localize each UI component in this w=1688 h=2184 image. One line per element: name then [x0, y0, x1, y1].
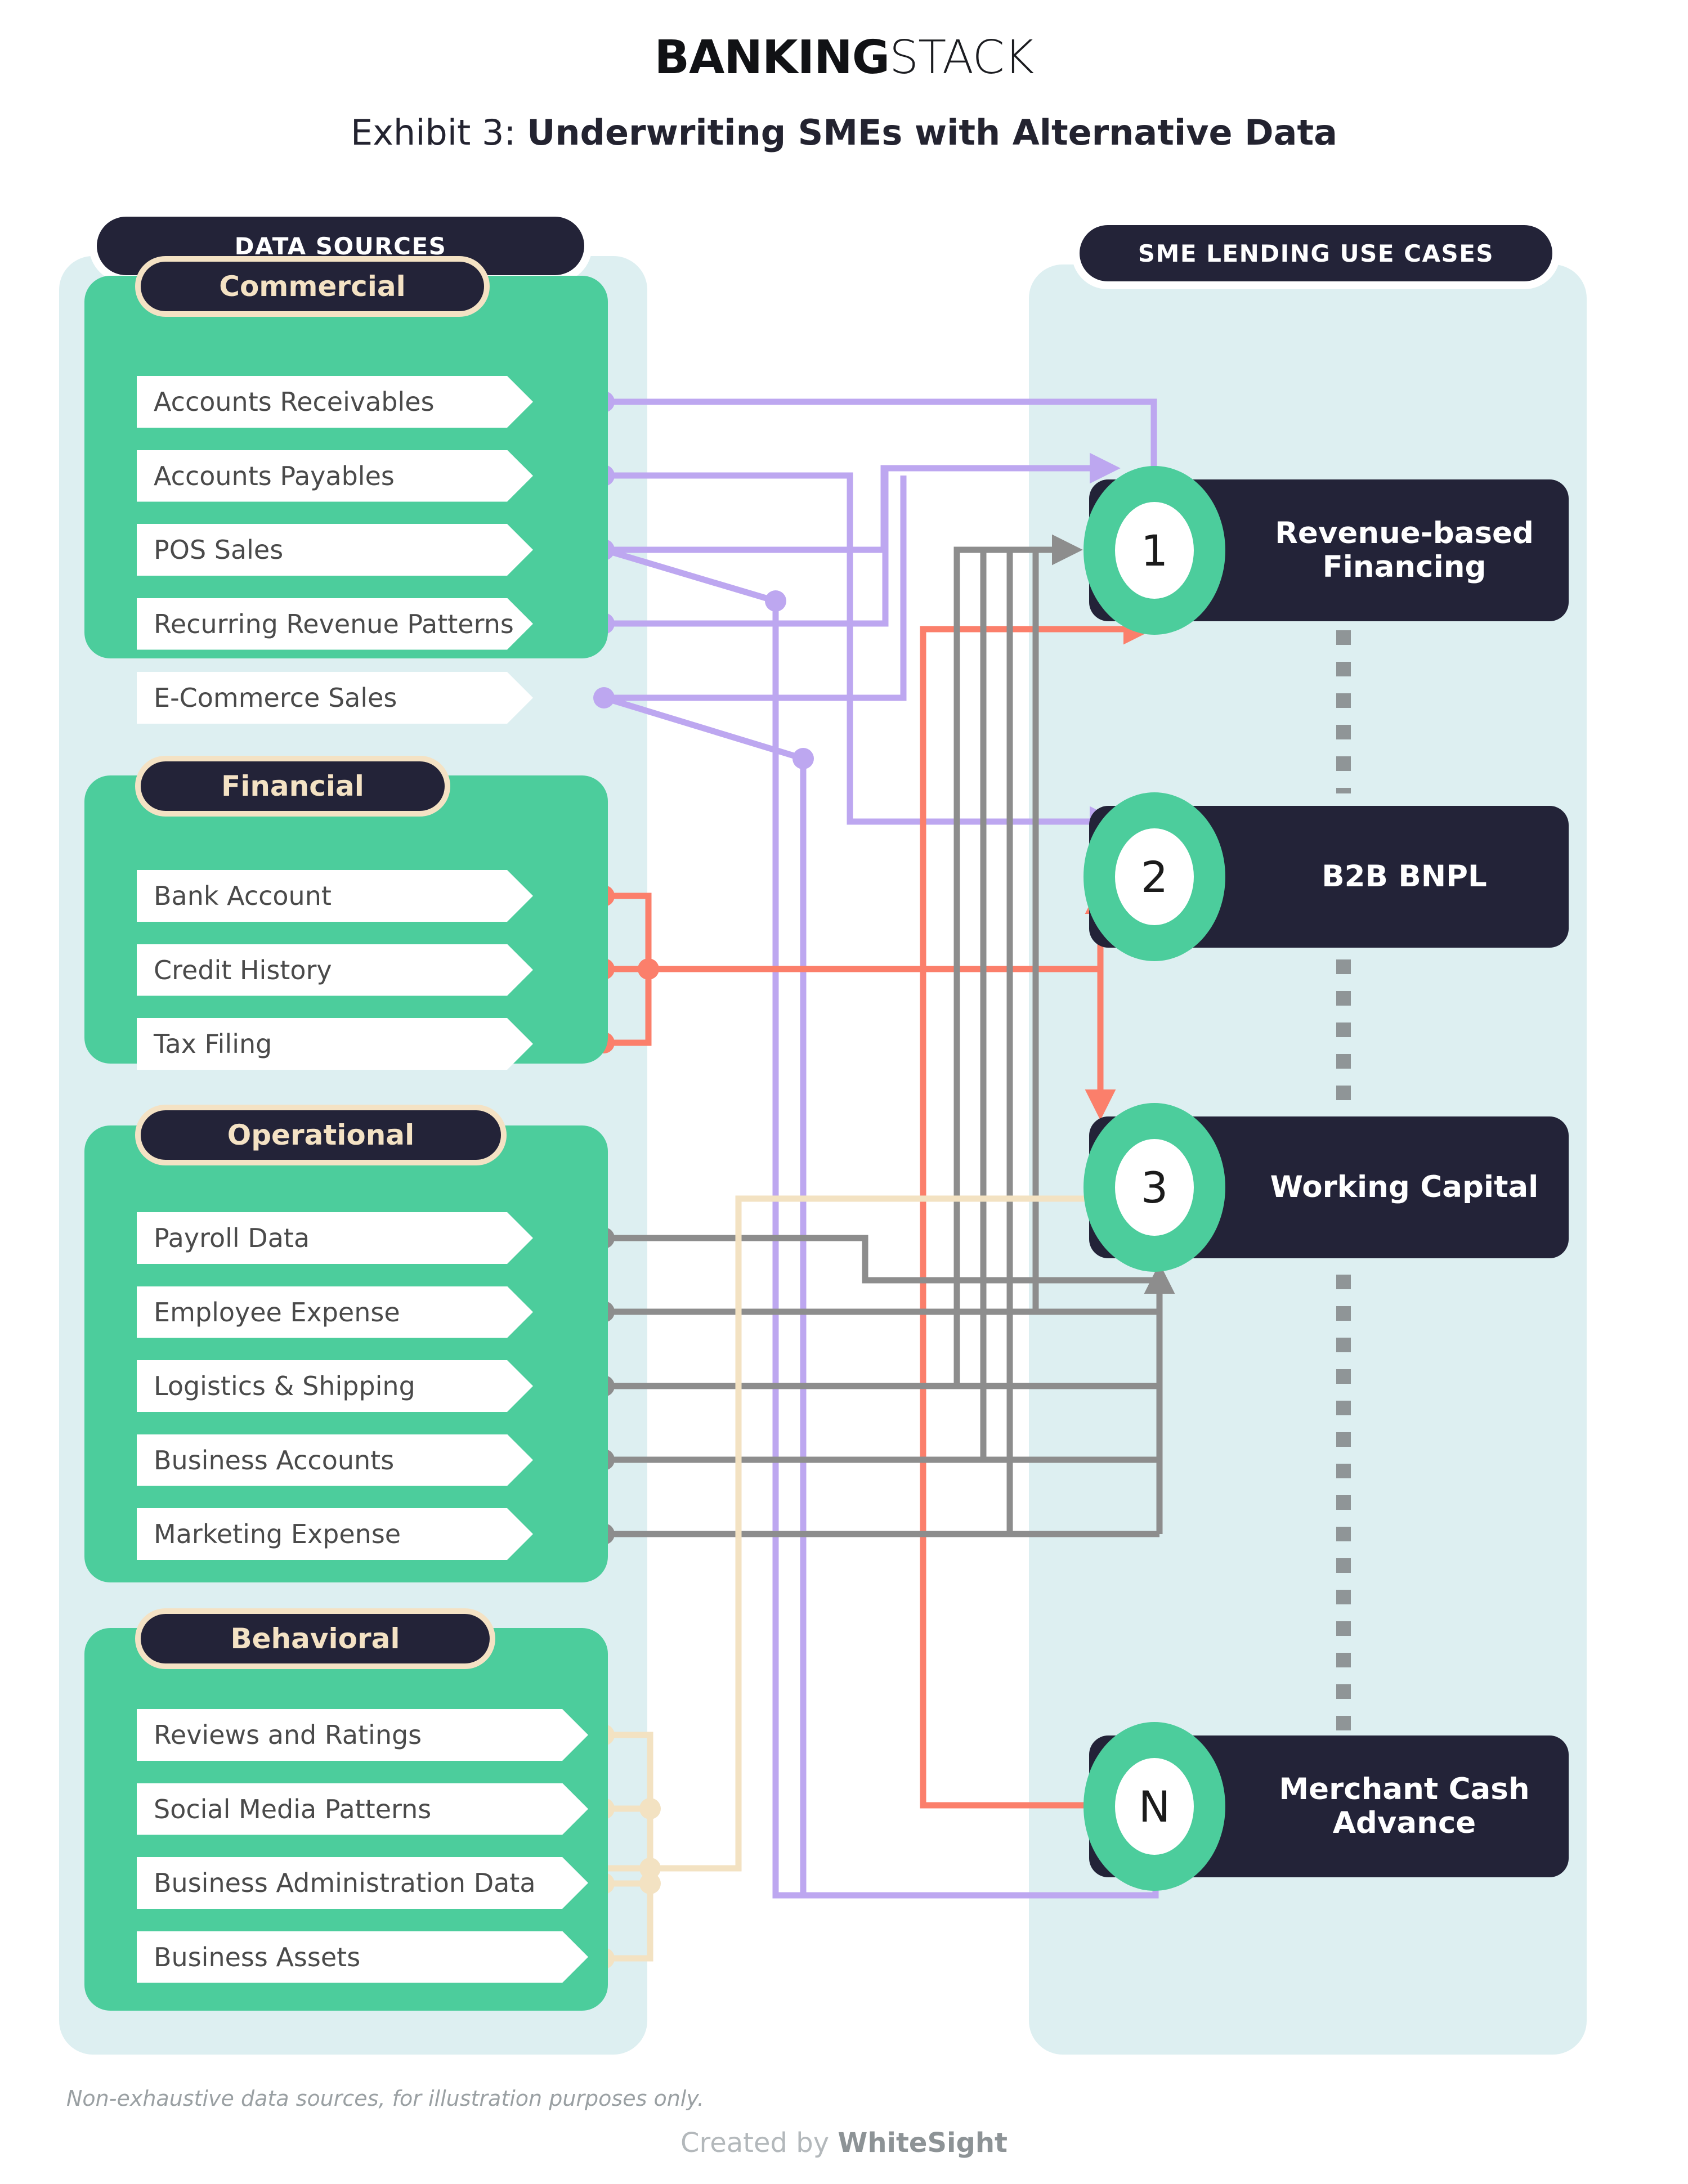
- chip-label: E-Commerce Sales: [154, 683, 397, 713]
- use-case-label: Working Capital: [1270, 1169, 1539, 1204]
- chip-body: Tax Filing: [137, 1018, 533, 1070]
- use-case-badge-number: 2: [1115, 828, 1194, 925]
- use-case-badge: N: [1083, 1722, 1225, 1891]
- separator-3-n: [1336, 1275, 1351, 1730]
- use-case-card-2[interactable]: 2 B2B BNPL: [1083, 792, 1569, 961]
- data-source-chip[interactable]: Logistics & Shipping: [137, 1360, 533, 1412]
- chip-label: Recurring Revenue Patterns: [154, 608, 514, 639]
- source-group-title-commercial: Commercial: [135, 256, 490, 317]
- use-case-label: Merchant Cash Advance: [1279, 1772, 1530, 1840]
- use-case-badge-number: 3: [1115, 1139, 1194, 1236]
- separator-2-3: [1336, 959, 1351, 1117]
- use-cases-tag-label: SME LENDING USE CASES: [1138, 239, 1494, 267]
- use-case-badge-number: 1: [1115, 502, 1194, 599]
- chip-label: Logistics & Shipping: [154, 1371, 415, 1401]
- chip-body: Credit History: [137, 944, 533, 996]
- data-source-chip[interactable]: Payroll Data: [137, 1212, 533, 1264]
- data-source-chip[interactable]: Accounts Payables: [137, 450, 533, 502]
- use-case-card-1[interactable]: 1 Revenue-based Financing: [1083, 466, 1569, 635]
- data-source-chip[interactable]: Business Administration Data: [137, 1857, 588, 1909]
- use-case-badge: 1: [1083, 466, 1225, 635]
- use-case-badge: 3: [1083, 1103, 1225, 1272]
- chip-body: Business Assets: [137, 1931, 588, 1983]
- data-source-chip[interactable]: Business Assets: [137, 1931, 588, 1983]
- source-group-title-behavioral: Behavioral: [135, 1608, 495, 1669]
- data-source-chip[interactable]: Business Accounts: [137, 1434, 533, 1486]
- exhibit-prefix: Exhibit 3:: [351, 112, 527, 153]
- source-group-title-operational: Operational: [135, 1105, 507, 1165]
- chip-label: Payroll Data: [154, 1223, 310, 1253]
- credit-bold: WhiteSight: [838, 2127, 1008, 2159]
- chip-label: Credit History: [154, 954, 332, 985]
- chip-label: Employee Expense: [154, 1297, 400, 1328]
- page-title: Exhibit 3: Underwriting SMEs with Altern…: [0, 115, 1688, 150]
- brand-light: STACK: [889, 31, 1034, 84]
- exhibit-title: Underwriting SMEs with Alternative Data: [527, 112, 1337, 153]
- group-title-label: Behavioral: [230, 1622, 400, 1655]
- chip-body: Recurring Revenue Patterns: [137, 598, 533, 650]
- brand-bold: BANKING: [654, 31, 890, 84]
- chip-label: Marketing Expense: [154, 1519, 401, 1549]
- data-source-chip[interactable]: Tax Filing: [137, 1018, 533, 1070]
- chip-label: Tax Filing: [154, 1029, 272, 1059]
- data-source-chip[interactable]: Reviews and Ratings: [137, 1709, 588, 1761]
- chip-label: Accounts Payables: [154, 460, 395, 491]
- credit: Created by WhiteSight: [0, 2127, 1688, 2159]
- chip-body: Marketing Expense: [137, 1508, 533, 1560]
- use-cases-tag: SME LENDING USE CASES: [1080, 225, 1552, 281]
- chip-body: E-Commerce Sales: [137, 672, 533, 724]
- data-source-chip[interactable]: Recurring Revenue Patterns: [137, 598, 533, 650]
- data-source-chip[interactable]: Credit History: [137, 944, 533, 996]
- chip-body: Business Administration Data: [137, 1857, 588, 1909]
- data-source-chip[interactable]: E-Commerce Sales: [137, 672, 533, 724]
- group-title-label: Commercial: [219, 270, 406, 303]
- chip-body: Accounts Payables: [137, 450, 533, 502]
- chip-label: POS Sales: [154, 535, 284, 565]
- data-source-chip[interactable]: Employee Expense: [137, 1286, 533, 1338]
- chip-label: Business Assets: [154, 1941, 361, 1972]
- chip-body: Payroll Data: [137, 1212, 533, 1264]
- chip-label: Accounts Receivables: [154, 387, 435, 417]
- use-case-badge: 2: [1083, 792, 1225, 961]
- chip-label: Business Accounts: [154, 1445, 395, 1476]
- use-case-label: B2B BNPL: [1322, 859, 1487, 894]
- data-source-chip[interactable]: Marketing Expense: [137, 1508, 533, 1560]
- chip-body: Reviews and Ratings: [137, 1709, 588, 1761]
- chip-body: Bank Account: [137, 870, 533, 922]
- chip-label: Bank Account: [154, 881, 332, 911]
- chip-body: Logistics & Shipping: [137, 1360, 533, 1412]
- data-source-chip[interactable]: POS Sales: [137, 524, 533, 576]
- chip-body: Business Accounts: [137, 1434, 533, 1486]
- chip-body: Employee Expense: [137, 1286, 533, 1338]
- data-source-chip[interactable]: Social Media Patterns: [137, 1783, 588, 1835]
- use-case-card-3[interactable]: 3 Working Capital: [1083, 1103, 1569, 1272]
- infographic-stage: BANKINGSTACK Exhibit 3: Underwriting SME…: [0, 0, 1688, 2184]
- source-group-title-financial: Financial: [135, 756, 450, 817]
- chip-label: Business Administration Data: [154, 1868, 536, 1898]
- footnote: Non-exhaustive data sources, for illustr…: [66, 2086, 704, 2111]
- use-case-card-4[interactable]: N Merchant Cash Advance: [1083, 1722, 1569, 1891]
- use-case-badge-number: N: [1115, 1758, 1194, 1855]
- group-title-label: Operational: [227, 1119, 415, 1151]
- brand-logo: BANKINGSTACK: [0, 35, 1688, 81]
- data-source-chip[interactable]: Bank Account: [137, 870, 533, 922]
- credit-light: Created by: [680, 2127, 838, 2159]
- chip-body: POS Sales: [137, 524, 533, 576]
- group-title-label: Financial: [221, 770, 364, 802]
- data-source-chip[interactable]: Accounts Receivables: [137, 376, 533, 428]
- separator-1-2: [1336, 630, 1351, 793]
- use-case-label: Revenue-based Financing: [1275, 515, 1534, 584]
- chip-label: Reviews and Ratings: [154, 1720, 422, 1750]
- chip-label: Social Media Patterns: [154, 1793, 432, 1824]
- chip-body: Accounts Receivables: [137, 376, 533, 428]
- chip-body: Social Media Patterns: [137, 1783, 588, 1835]
